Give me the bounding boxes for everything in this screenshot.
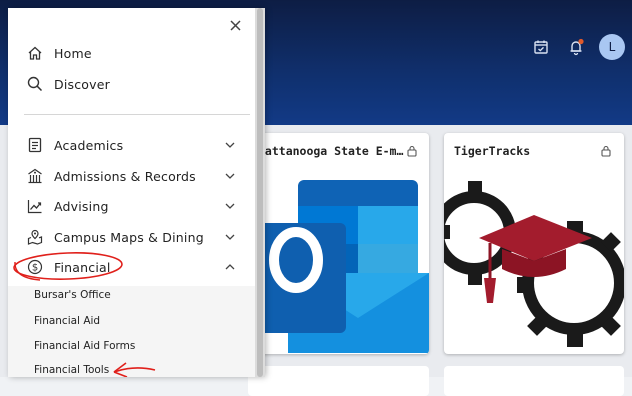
- calendar-check-icon[interactable]: [530, 36, 552, 58]
- menu-divider: [24, 114, 250, 115]
- close-button[interactable]: [226, 16, 244, 34]
- svg-text:$: $: [32, 263, 38, 274]
- card-title: hattanooga State E-m…: [258, 144, 404, 158]
- lock-icon: [407, 145, 417, 157]
- trend-icon: [26, 197, 44, 215]
- nav-item-home[interactable]: Home: [8, 38, 264, 68]
- user-avatar[interactable]: L: [599, 34, 625, 60]
- submenu-item-bursars-office[interactable]: Bursar's Office: [34, 289, 111, 301]
- chevron-down-icon: [225, 203, 235, 209]
- nav-item-academics[interactable]: Academics: [8, 130, 264, 160]
- card-title: TigerTracks: [454, 144, 531, 158]
- chevron-down-icon: [225, 234, 235, 240]
- submenu-item-financial-aid-forms[interactable]: Financial Aid Forms: [34, 340, 135, 352]
- close-icon: [229, 19, 241, 31]
- nav-label: Financial: [54, 259, 111, 275]
- chevron-up-icon: [225, 264, 235, 270]
- map-icon: [26, 228, 44, 246]
- chevron-down-icon: [225, 142, 235, 148]
- nav-label: Academics: [54, 137, 124, 153]
- lock-icon: [601, 145, 611, 157]
- nav-label: Advising: [54, 198, 109, 214]
- navigation-drawer: Home Discover Academics Admissions & Rec…: [8, 8, 264, 377]
- tigertracks-gear-logo-icon: [444, 181, 624, 347]
- submenu-item-financial-tools[interactable]: Financial Tools: [34, 364, 109, 376]
- building-icon: [26, 167, 44, 185]
- nav-label: Admissions & Records: [54, 168, 196, 184]
- bell-icon[interactable]: [565, 36, 587, 58]
- nav-label: Home: [54, 45, 92, 61]
- search-icon: [26, 75, 44, 93]
- nav-item-discover[interactable]: Discover: [8, 69, 264, 99]
- document-icon: [26, 136, 44, 154]
- dollar-icon: $: [26, 258, 44, 276]
- card-row2-right[interactable]: [444, 366, 624, 396]
- submenu-item-financial-aid[interactable]: Financial Aid: [34, 315, 100, 327]
- outlook-card[interactable]: hattanooga State E-m…: [248, 133, 429, 354]
- user-initial: L: [608, 40, 616, 54]
- chevron-down-icon: [225, 173, 235, 179]
- tigertracks-card[interactable]: TigerTracks: [444, 133, 624, 354]
- nav-item-financial[interactable]: $ Financial: [8, 252, 264, 282]
- nav-item-advising[interactable]: Advising: [8, 191, 264, 221]
- nav-label: Campus Maps & Dining: [54, 229, 204, 245]
- nav-item-admissions-records[interactable]: Admissions & Records: [8, 161, 264, 191]
- card-row2-left[interactable]: [248, 366, 429, 396]
- nav-label: Discover: [54, 76, 110, 92]
- home-icon: [26, 44, 44, 62]
- outlook-logo-icon: [252, 180, 429, 353]
- drawer-scroll-thumb[interactable]: [257, 8, 263, 377]
- nav-item-campus-maps-dining[interactable]: Campus Maps & Dining: [8, 222, 264, 252]
